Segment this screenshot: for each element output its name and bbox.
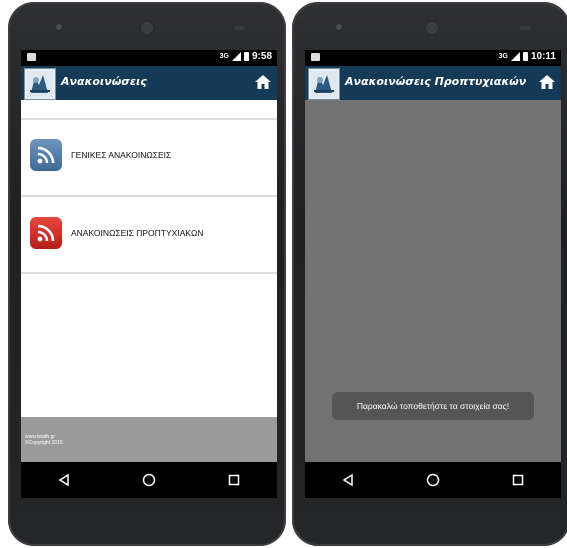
rss-icon [30,217,62,249]
signal-icon [510,52,520,61]
status-time: 9:58 [251,51,272,62]
nav-bar [305,462,561,498]
recents-square-icon[interactable] [503,465,533,495]
signal-icon [231,52,241,61]
footer: www.teiath.gr ©Copyright 2015 [21,417,277,462]
notification-icon [311,53,320,61]
back-triangle-icon[interactable] [333,465,363,495]
feed-item-general[interactable]: ΓΕΝΙΚΕΣ ΑΝΑΚΟΙΝΩΣΕΙΣ [21,120,277,190]
app-bar: Ανακοινώσεις Προπτυχιακών [305,66,561,100]
network-label: 3G [498,53,508,60]
feed-item-undergrad[interactable]: ΑΝΑΚΟΙΝΩΣΕΙΣ ΠΡΟΠΤΥΧΙΑΚΩΝ [21,198,277,268]
home-icon[interactable] [538,73,556,91]
toast-message: Παρακαλώ τοποθετήστε τα στοιχεία σας! [332,392,534,420]
home-icon[interactable] [254,73,272,91]
proximity-sensor [520,26,530,30]
home-circle-icon[interactable] [418,465,448,495]
right-phone-frame: 3G 10:11 Ανακοινώσεις Προπτυχιακών Παρακ… [292,2,567,546]
footer-copyright: ©Copyright 2015 [25,440,63,446]
university-logo-icon[interactable] [308,68,340,100]
right-screen: 3G 10:11 Ανακοινώσεις Προπτυχιακών Παρακ… [305,50,561,498]
app-bar: Ανακοινώσεις [21,66,277,100]
proximity-sensor [234,26,244,30]
front-sensor-dot [56,24,62,30]
network-label: 3G [219,53,229,60]
page-title: Ανακοινώσεις [61,75,147,88]
page-title: Ανακοινώσεις Προπτυχιακών [345,75,527,88]
battery-icon [522,52,528,61]
left-phone-frame: 3G 9:58 Ανακοινώσεις ΓΕΝΙΚΕΣ ΑΝΑΚΟΙΝΩΣΕΙ… [8,2,286,546]
feed-label: ΓΕΝΙΚΕΣ ΑΝΑΚΟΙΝΩΣΕΙΣ [71,150,172,160]
notification-icon [27,53,36,61]
status-time: 10:11 [530,51,556,62]
status-bar: 3G 10:11 [305,50,561,66]
feed-list: ΓΕΝΙΚΕΣ ΑΝΑΚΟΙΝΩΣΕΙΣ ΑΝΑΚΟΙΝΩΣΕΙΣ ΠΡΟΠΤΥ… [21,100,277,416]
front-camera [141,22,153,34]
divider [21,272,277,274]
battery-icon [243,52,249,61]
front-camera [426,22,438,34]
feed-label: ΑΝΑΚΟΙΝΩΣΕΙΣ ΠΡΟΠΤΥΧΙΑΚΩΝ [71,228,204,238]
rss-icon [30,139,62,171]
divider [21,195,277,197]
left-screen: 3G 9:58 Ανακοινώσεις ΓΕΝΙΚΕΣ ΑΝΑΚΟΙΝΩΣΕΙ… [21,50,277,498]
nav-bar [21,462,277,498]
back-triangle-icon[interactable] [49,465,79,495]
home-circle-icon[interactable] [134,465,164,495]
recents-square-icon[interactable] [219,465,249,495]
status-bar: 3G 9:58 [21,50,277,66]
front-sensor-dot [336,24,342,30]
university-logo-icon[interactable] [24,68,56,100]
